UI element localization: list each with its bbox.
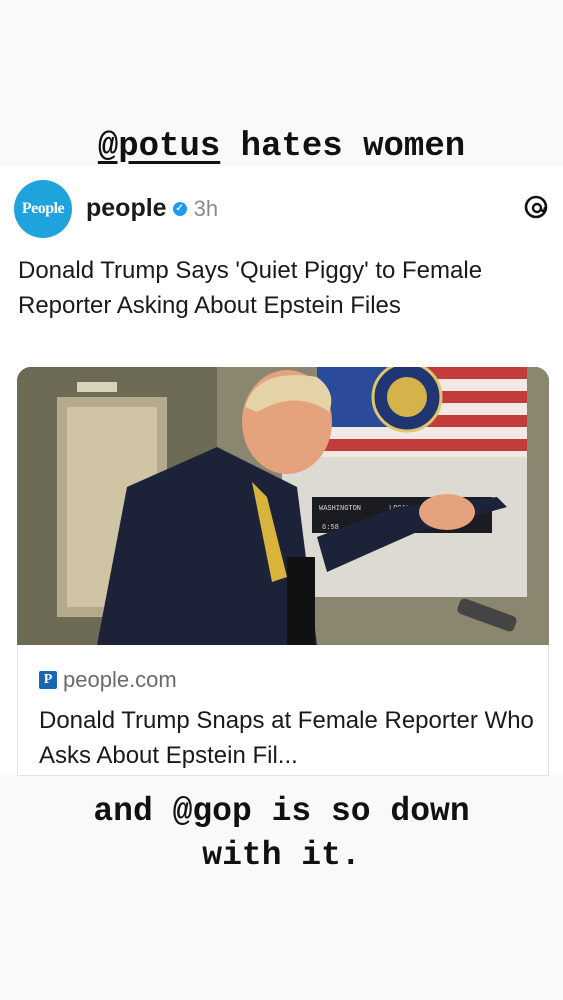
photo-illustration: WASHINGTON LOCAL 6:58 xyxy=(17,367,549,645)
avatar-text: People xyxy=(21,200,65,217)
link-site-row: P people.com xyxy=(39,667,177,693)
avatar[interactable]: People xyxy=(14,180,72,238)
mention-potus[interactable]: @potus xyxy=(98,128,220,166)
story-caption-top: @potus hates women xyxy=(0,128,563,166)
link-preview[interactable]: P people.com Donald Trump Snaps at Femal… xyxy=(17,645,549,776)
shared-post-card[interactable]: People people ✓ 3h Donald Trump Says 'Qu… xyxy=(0,167,563,776)
threads-icon[interactable] xyxy=(523,194,549,220)
news-photo[interactable]: WASHINGTON LOCAL 6:58 xyxy=(17,367,549,645)
post-time: 3h xyxy=(193,195,219,221)
link-domain: people.com xyxy=(63,667,177,692)
caption-bottom-line1: and @gop is so down xyxy=(93,793,470,830)
link-title: Donald Trump Snaps at Female Reporter Wh… xyxy=(39,707,534,769)
caption-top-text: hates women xyxy=(220,128,466,166)
people-logo-icon: P xyxy=(39,671,57,689)
verified-badge-icon: ✓ xyxy=(172,201,187,216)
screen-label-washington: WASHINGTON xyxy=(319,505,361,513)
caption-bottom-line2: with it. xyxy=(202,837,361,874)
post-headline: Donald Trump Says 'Quiet Piggy' to Femal… xyxy=(18,257,483,319)
username[interactable]: people xyxy=(86,194,167,223)
post-header: people ✓ 3h xyxy=(86,194,218,223)
story-caption-bottom: and @gop is so down with it. xyxy=(0,790,563,878)
